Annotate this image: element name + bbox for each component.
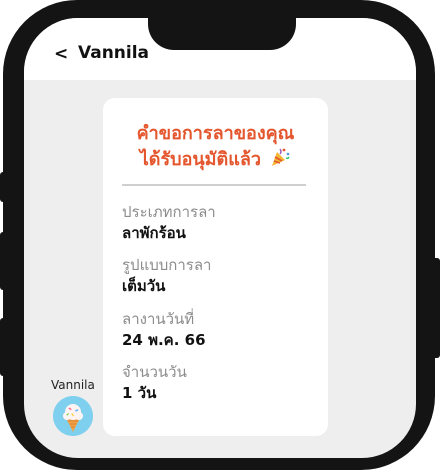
- chat-header: < Vannila: [24, 18, 416, 80]
- chat-screen: < Vannila Vannila คำขอการลาของคุณ ได้รับ…: [24, 18, 416, 458]
- leave-type-value: ลาพักร้อน: [122, 224, 186, 242]
- card-title-line-2-text: ได้รับอนุมัติแล้ว: [139, 149, 261, 170]
- leave-format-value: เต็มวัน: [122, 277, 166, 295]
- card-title-line-1: คำขอการลาของคุณ: [136, 123, 295, 144]
- chat-title: Vannila: [78, 43, 150, 63]
- leave-approval-card: คำขอการลาของคุณ ได้รับอนุมัติแล้ว ประเภท…: [103, 98, 328, 436]
- card-title-line-2: ได้รับอนุมัติแล้ว: [103, 146, 328, 172]
- card-title: คำขอการลาของคุณ ได้รับอนุมัติแล้ว: [103, 122, 328, 172]
- sender-name: Vannila: [51, 378, 95, 392]
- phone-frame: < Vannila Vannila คำขอการลาของคุณ ได้รับ…: [3, 0, 435, 470]
- leave-date-value: 24 พ.ค. 66: [122, 331, 206, 349]
- avatar[interactable]: [53, 396, 93, 436]
- card-divider: [122, 184, 306, 186]
- phone-notch: [148, 18, 296, 50]
- ice-cream-cone-icon: [53, 396, 93, 436]
- back-button[interactable]: <: [54, 44, 68, 64]
- party-popper-icon: [272, 148, 290, 166]
- day-count-value: 1 วัน: [122, 384, 157, 402]
